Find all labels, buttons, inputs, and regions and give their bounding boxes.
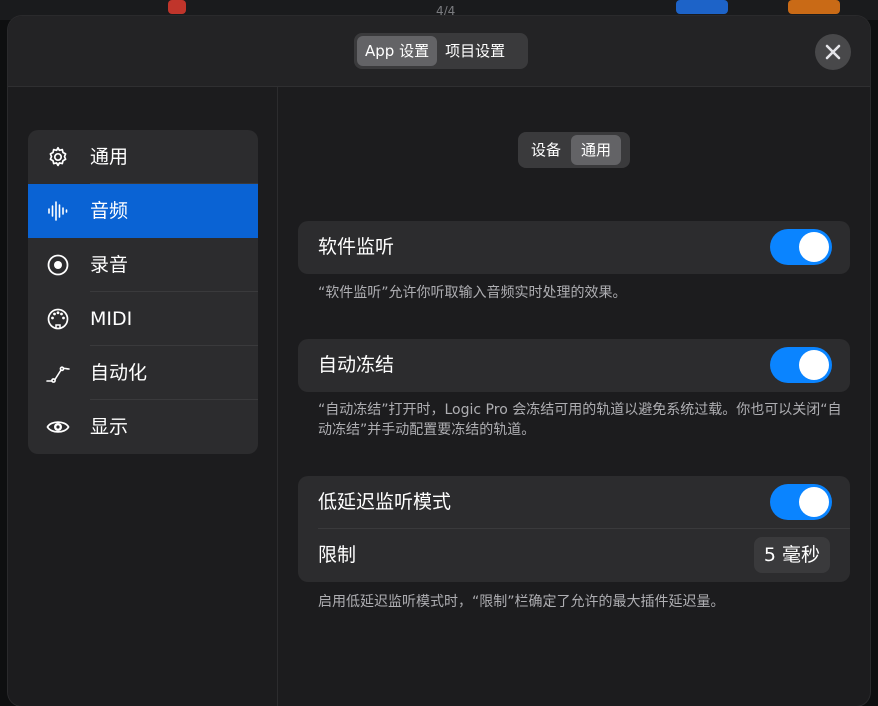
software-monitoring-card: 软件监听 <box>298 221 850 274</box>
midi-port-icon <box>47 308 69 330</box>
sidebar-item-general[interactable]: 通用 <box>28 130 258 184</box>
audio-subtabs: 设备 通用 <box>518 132 630 168</box>
sidebar: 通用 音频 录音 MIDI 自动化 显示 <box>28 130 258 454</box>
sidebar-item-label: 录音 <box>90 254 129 276</box>
sidebar-item-label: 音频 <box>90 200 129 222</box>
software-monitoring-row: 软件监听 <box>298 221 850 274</box>
dialog-header: App 设置 项目设置 <box>8 16 870 87</box>
auto-freeze-card: 自动冻结 <box>298 339 850 392</box>
software-monitoring-description: “软件监听”允许你听取输入音频实时处理的效果。 <box>318 285 627 301</box>
close-icon <box>825 44 841 60</box>
settings-scope-segmented-control: App 设置 项目设置 <box>354 33 528 69</box>
sidebar-item-label: 显示 <box>90 416 129 438</box>
auto-freeze-label: 自动冻结 <box>318 354 395 376</box>
sidebar-item-recording[interactable]: 录音 <box>28 238 258 292</box>
sidebar-item-label: 通用 <box>90 146 129 168</box>
low-latency-description: 启用低延迟监听模式时，“限制”栏确定了允许的最大插件延迟量。 <box>318 594 725 610</box>
latency-limit-label: 限制 <box>318 544 357 566</box>
waveform-icon <box>48 201 68 221</box>
record-icon <box>47 254 69 276</box>
tab-app-settings[interactable]: App 设置 <box>357 36 438 66</box>
low-latency-toggle[interactable] <box>770 484 832 520</box>
software-monitoring-toggle[interactable] <box>770 229 832 265</box>
eye-icon <box>46 421 70 433</box>
tab-project-settings[interactable]: 项目设置 <box>437 36 513 66</box>
latency-limit-row: 限制 5 毫秒 <box>298 529 850 582</box>
automation-curve-icon <box>46 366 70 383</box>
toggle-knob <box>799 487 829 517</box>
close-button[interactable] <box>815 34 851 70</box>
background-blue-control <box>676 0 728 14</box>
auto-freeze-row: 自动冻结 <box>298 339 850 392</box>
auto-freeze-description: “自动冻结”打开时，Logic Pro 会冻结可用的轨道以避免系统过载。你也可以… <box>318 402 842 438</box>
sidebar-item-midi[interactable]: MIDI <box>28 292 258 346</box>
background-orange-control <box>788 0 840 14</box>
settings-dialog: App 设置 项目设置 通用 音频 录音 MIDI 自动化 显示 设备 通用 软… <box>8 16 870 706</box>
background-record-indicator <box>168 0 186 14</box>
low-latency-label: 低延迟监听模式 <box>318 491 452 513</box>
toggle-knob <box>799 350 829 380</box>
low-latency-row: 低延迟监听模式 <box>298 476 850 529</box>
toggle-knob <box>799 232 829 262</box>
auto-freeze-toggle[interactable] <box>770 347 832 383</box>
tab-general[interactable]: 通用 <box>571 135 622 165</box>
low-latency-card: 低延迟监听模式 限制 5 毫秒 <box>298 476 850 582</box>
sidebar-item-display[interactable]: 显示 <box>28 400 258 454</box>
sidebar-item-automation[interactable]: 自动化 <box>28 346 258 400</box>
sidebar-item-audio[interactable]: 音频 <box>28 184 258 238</box>
software-monitoring-label: 软件监听 <box>318 236 395 258</box>
tab-devices[interactable]: 设备 <box>521 135 571 165</box>
sidebar-item-label: 自动化 <box>90 362 148 384</box>
sidebar-item-label: MIDI <box>90 308 133 330</box>
latency-limit-value[interactable]: 5 毫秒 <box>753 537 830 573</box>
gear-icon <box>49 146 67 167</box>
